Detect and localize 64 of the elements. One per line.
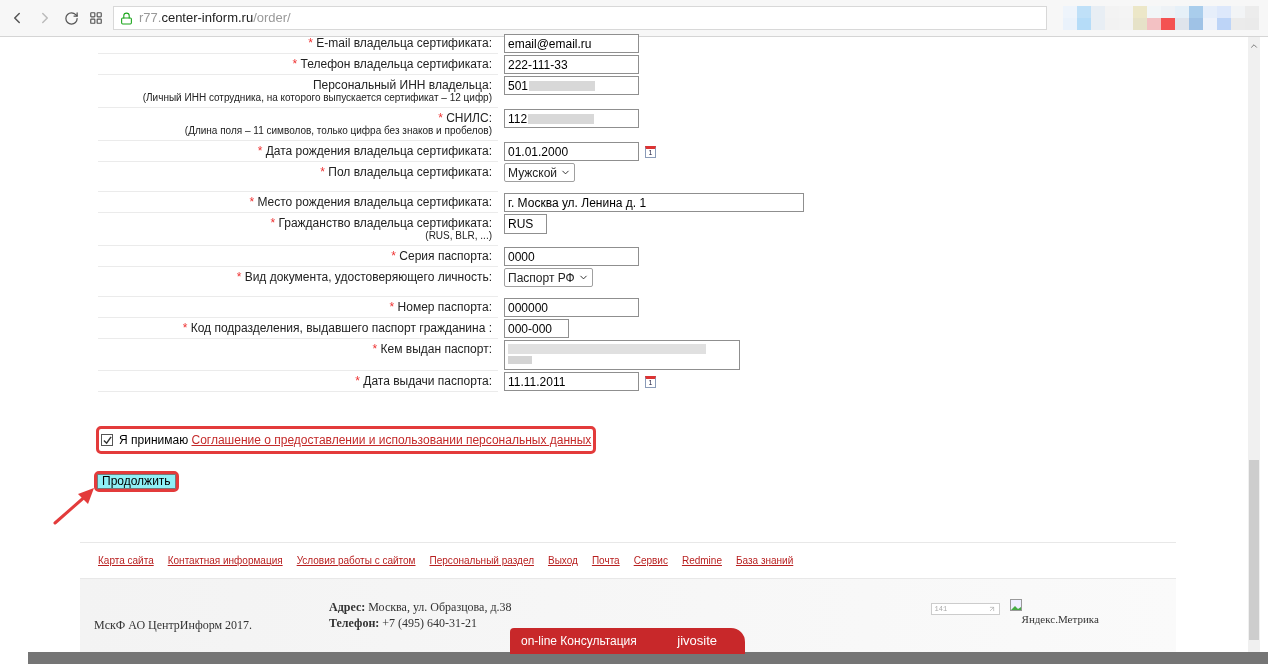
chat-brand: jivosite [677, 632, 717, 651]
footer-link[interactable]: База знаний [735, 553, 794, 568]
blurred-text [528, 113, 595, 124]
footer-link[interactable]: Выход [547, 553, 578, 568]
field-hint: (RUS, BLR, ...) [425, 230, 492, 242]
scrollbar-thumb[interactable] [1249, 460, 1259, 640]
reload-icon[interactable] [64, 10, 79, 26]
checkmark-icon [102, 435, 112, 445]
footer-link[interactable]: Почта [591, 553, 620, 568]
url-text: r77.center-inform.ru/order/ [139, 9, 291, 28]
field-label: * Кем выдан паспорт: [372, 342, 492, 356]
address-bar[interactable]: r77.center-inform.ru/order/ [113, 6, 1047, 30]
scroll-up-icon [1249, 41, 1259, 51]
field-label: * Гражданство владельца сертификата: [270, 216, 492, 230]
chat-label: on-line Консультация [521, 633, 637, 650]
arrow-icon [987, 605, 996, 613]
field-label: * Место рождения владельца сертификата: [249, 195, 492, 209]
input-field[interactable]: 112 [504, 109, 639, 128]
field-label: * Пол владельца сертификата: [320, 165, 492, 179]
chat-tab[interactable]: on-line Консультация jivosite [510, 628, 745, 654]
input-field[interactable]: 501 [504, 76, 639, 95]
input-field[interactable]: 222-111-33 [504, 55, 639, 74]
input-field[interactable]: email@email.ru [504, 34, 639, 53]
field-label: * СНИЛС: [438, 111, 492, 125]
phone-text: Телефон: +7 (495) 640-31-21 [329, 615, 479, 631]
lock-icon [120, 11, 133, 25]
input-field[interactable]: RUS [504, 214, 547, 234]
field-label: * Код подразделения, выдавшего паспорт гражданина : [182, 321, 492, 335]
date-field[interactable]: 11.11.2011 [504, 372, 639, 391]
field-hint: (Личный ИНН сотрудника, на которого выпускается сертификат – 12 цифр) [142, 92, 492, 104]
blurred-text [508, 356, 532, 364]
field-hint: (Длина поля – 11 символов, только цифра без знаков и пробелов) [184, 125, 492, 137]
input-field[interactable]: 000-000 [504, 319, 569, 338]
input-field[interactable]: 000000 [504, 298, 639, 317]
footer-link[interactable]: Контактная информация [167, 553, 283, 568]
broken-image-icon [1009, 599, 1022, 611]
footer-link[interactable]: Redmine [681, 553, 722, 568]
field-label: Персональный ИНН владельца: [312, 78, 492, 92]
date-field[interactable]: 01.01.2000 [504, 142, 639, 161]
select-dropdown[interactable]: Паспорт РФ [504, 268, 593, 287]
select-dropdown[interactable]: Мужской [504, 163, 576, 182]
address-text: Адрес: Москва, ул. Образцова, д.38 [329, 599, 512, 615]
agreement-link[interactable]: Соглашение о предоставлении и использовании персональных данных [191, 433, 592, 447]
input-field[interactable]: 0000 [504, 247, 639, 266]
field-label: * Телефон владельца сертификата: [292, 57, 492, 71]
consent-text: Я принимаю Соглашение о предоставлении и использовании персональных данных [119, 432, 592, 449]
grid-icon[interactable] [89, 11, 103, 25]
field-label: * Номер паспорта: [389, 300, 492, 314]
field-label: * E-mail владельца сертификата: [308, 36, 492, 50]
field-label: * Дата рождения владельца сертификата: [257, 144, 492, 158]
checkbox[interactable] [101, 434, 113, 446]
footer-link[interactable]: Условия работы с сайтом [296, 553, 416, 568]
text-area[interactable] [504, 340, 740, 370]
continue-button[interactable]: Продолжить [97, 473, 176, 489]
input-field[interactable]: г. Москва ул. Ленина д. 1 [504, 193, 804, 212]
footer-link[interactable]: Карта сайта [98, 553, 154, 568]
footer-link[interactable]: Персональный раздел [429, 553, 534, 568]
field-label: * Серия паспорта: [391, 249, 492, 263]
field-label: * Вид документа, удостоверяющего личность: [236, 270, 492, 284]
metrika-text: Яндекс.Метрика [1021, 612, 1099, 627]
copyright-text: МскФ АО ЦентрИнформ 2017. [94, 617, 254, 634]
field-label: * Дата выдачи паспорта: [355, 374, 492, 388]
footer-link[interactable]: Сервис [633, 553, 668, 568]
blurred-text [529, 80, 596, 91]
